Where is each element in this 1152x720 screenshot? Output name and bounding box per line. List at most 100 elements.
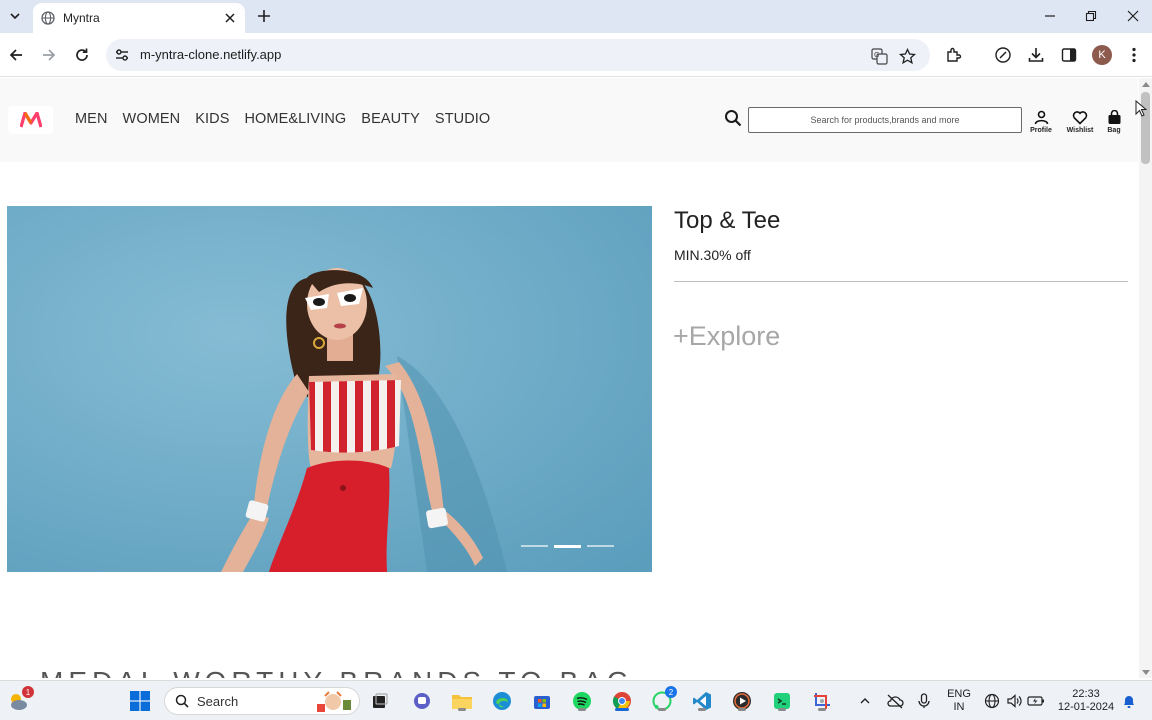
taskbar-edge[interactable] [490,689,514,713]
search-icon[interactable] [724,109,742,127]
tab-search-button[interactable] [4,6,26,26]
taskbar-task-view[interactable] [368,689,392,713]
language-code: ENG [947,688,971,700]
profile-action[interactable]: Profile [1023,110,1059,134]
side-panel-icon [1061,48,1077,62]
site-info-icon[interactable] [114,47,130,63]
system-clock[interactable]: 22:33 12-01-2024 [1054,688,1118,714]
mouse-cursor-icon [1135,100,1147,117]
globe-icon [984,693,1000,709]
search-icon [175,694,189,708]
close-tab-icon[interactable] [223,11,237,25]
reload-button[interactable] [71,44,93,66]
nav-men[interactable]: MEN [75,111,108,127]
taskbar-teams[interactable] [410,689,434,713]
widgets-badge: 1 [22,686,34,698]
hero-carousel[interactable] [7,206,652,572]
close-window-button[interactable] [1123,6,1143,26]
running-indicator-active [615,708,629,711]
microphone-icon [918,693,930,708]
scroll-up-arrow[interactable] [1142,82,1150,87]
close-icon [1127,10,1139,22]
browser-tab-strip: Myntra [0,0,1152,33]
taskbar-chrome[interactable] [610,689,634,713]
notifications-button[interactable] [1120,689,1138,713]
page-scrollbar[interactable] [1139,78,1152,678]
whatsapp-badge: 2 [665,686,677,698]
carousel-dot-3[interactable] [587,545,614,547]
taskbar-file-explorer[interactable] [450,689,474,713]
running-indicator [778,708,786,711]
myntra-logo[interactable] [8,106,53,134]
address-bar[interactable]: m-yntra-clone.netlify.app G [106,39,930,71]
bookmark-star-button[interactable] [898,47,916,65]
minimize-icon [1045,15,1055,17]
nav-beauty[interactable]: BEAUTY [361,111,420,127]
product-search-input[interactable] [748,107,1022,133]
taskbar-whatsapp[interactable]: 2 [650,686,677,713]
heart-icon [1072,111,1088,125]
running-indicator [818,708,826,711]
tab-title: Myntra [63,11,100,25]
new-tab-button[interactable] [255,7,273,25]
browser-menu-button[interactable] [1124,45,1144,65]
carousel-dot-1[interactable] [521,545,548,547]
taskbar-search[interactable]: Search [164,687,360,715]
clock-date: 12-01-2024 [1057,701,1115,713]
browser-tab-active[interactable]: Myntra [33,3,245,33]
puzzle-icon [947,47,962,62]
input-language[interactable]: ENG IN [942,688,976,714]
forward-button[interactable] [38,44,60,66]
taskbar-snipping-tool[interactable] [810,689,834,713]
profile-label: Profile [1030,127,1052,134]
wishlist-action[interactable]: Wishlist [1062,110,1098,134]
tray-onedrive[interactable] [884,689,906,713]
plus-icon [258,10,270,22]
site-header: MEN WOMEN KIDS HOME&LIVING BEAUTY STUDIO… [0,78,1138,162]
restore-icon [1085,10,1097,22]
nav-kids[interactable]: KIDS [195,111,229,127]
carousel-dot-2[interactable] [554,545,581,548]
taskbar-store[interactable] [530,689,554,713]
side-panel-button[interactable] [1059,45,1079,65]
back-button[interactable] [5,44,27,66]
profile-avatar[interactable]: K [1092,45,1112,65]
taskbar-spotify[interactable] [570,689,594,713]
tray-volume[interactable] [1004,689,1024,713]
clock-time: 22:33 [1072,688,1100,700]
nav-home-living[interactable]: HOME&LIVING [244,111,346,127]
taskbar-terminal-app[interactable] [770,689,794,713]
widgets-button[interactable]: 1 [5,686,34,713]
tray-network[interactable] [982,689,1002,713]
nav-women[interactable]: WOMEN [123,111,181,127]
primary-nav: MEN WOMEN KIDS HOME&LIVING BEAUTY STUDIO [75,111,490,127]
scroll-down-arrow[interactable] [1142,670,1150,675]
tray-battery[interactable] [1026,689,1046,713]
downloads-button[interactable] [1026,45,1046,65]
running-indicator [658,708,666,711]
taskbar-vscode[interactable] [690,689,714,713]
promo-title: Top & Tee [674,207,781,234]
restore-button[interactable] [1081,6,1101,26]
reload-icon [76,48,88,61]
chat-icon [414,693,430,709]
tray-overflow-button[interactable] [855,689,875,713]
address-url: m-yntra-clone.netlify.app [140,47,282,62]
chevron-down-icon [10,13,20,20]
translate-button[interactable]: G [870,47,888,65]
nav-studio[interactable]: STUDIO [435,111,490,127]
browser-toolbar: m-yntra-clone.netlify.app G K [0,33,1152,77]
bag-action[interactable]: Bag [1096,110,1132,134]
explore-link[interactable]: +Explore [673,321,780,352]
speaker-icon [1007,694,1022,708]
taskbar-search-label: Search [197,693,239,709]
minimize-button[interactable] [1040,6,1060,26]
start-button[interactable] [128,689,152,713]
windows-logo-icon [130,691,150,711]
performance-button[interactable] [993,45,1013,65]
arrow-right-icon [43,49,56,61]
task-view-icon [373,693,388,708]
tray-microphone[interactable] [914,689,934,713]
extensions-button[interactable] [944,45,964,65]
taskbar-media-player[interactable] [730,689,754,713]
